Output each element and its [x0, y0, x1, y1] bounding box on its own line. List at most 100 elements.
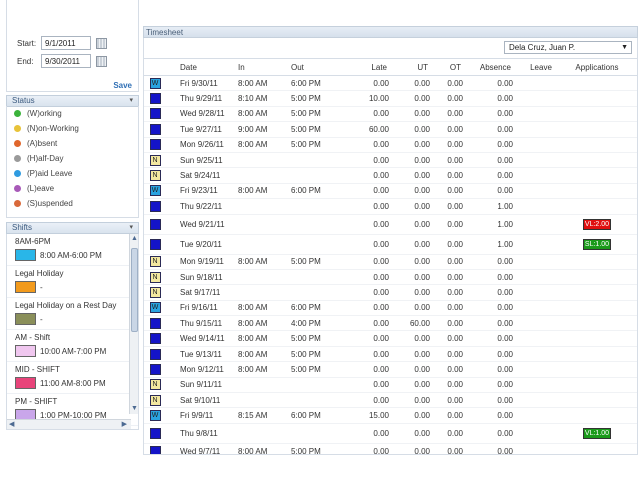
shift-item[interactable]: MID - SHIFT 11:00 AM-8:00 PM	[7, 362, 138, 394]
table-row[interactable]: Mon 9/26/11 8:00 AM 5:00 PM 0.00 0.00 0.00 0.0…	[144, 138, 637, 153]
horizontal-scrollbar[interactable]: ◀ ▶	[7, 419, 131, 429]
table-row[interactable]: Thu 9/15/11 8:00 AM 4:00 PM 0.00 60.00 0.00 0.…	[144, 316, 637, 332]
day-code-badge[interactable]: N	[149, 154, 161, 166]
shifts-panel-header[interactable]: Shifts ▾	[6, 222, 139, 234]
day-code-badge[interactable]	[149, 317, 161, 329]
cell-late: 0.00	[373, 334, 389, 344]
day-code-badge[interactable]: N	[149, 271, 161, 283]
vertical-scrollbar[interactable]: ▲ ▼	[129, 234, 138, 414]
col-leave[interactable]: Leave	[513, 63, 561, 72]
table-row[interactable]: Wed 9/7/11 8:00 AM 5:00 PM 0.00 0.00 0.00 0.00	[144, 444, 637, 455]
day-code-cell: W	[144, 302, 166, 314]
table-row[interactable]: N Sun 9/11/11 0.00 0.00 0.00 0.00	[144, 378, 637, 394]
shift-item[interactable]: Legal Holiday on a Rest Day -	[7, 298, 138, 330]
scroll-down-icon[interactable]: ▼	[131, 404, 138, 414]
table-row[interactable]: Thu 9/8/11 0.00 0.00 0.00 0.00 VL:1.00	[144, 424, 637, 444]
cell-absence: 0.00	[497, 334, 513, 344]
col-out[interactable]: Out	[291, 63, 341, 72]
table-row[interactable]: W Fri 9/23/11 8:00 AM 6:00 PM 0.00 0.00 0.00 0.…	[144, 184, 637, 200]
application-badge[interactable]: VL:1.00	[583, 427, 611, 439]
day-code-badge[interactable]	[149, 139, 161, 151]
day-code-badge[interactable]: N	[149, 379, 161, 391]
day-code-badge[interactable]	[149, 200, 161, 212]
day-code-badge[interactable]	[149, 363, 161, 375]
calendar-icon[interactable]	[96, 55, 107, 67]
day-code-badge[interactable]: N	[149, 170, 161, 182]
start-date-input[interactable]: 9/1/2011	[41, 36, 91, 50]
table-row[interactable]: N Mon 9/19/11 8:00 AM 5:00 PM 0.00 0.00 0.00 0.…	[144, 255, 637, 270]
cell-date: Mon 9/12/11	[180, 364, 224, 374]
table-row[interactable]: Wed 9/21/11 0.00 0.00 0.00 1.00 VL:2.00	[144, 215, 637, 235]
day-code-badge[interactable]	[149, 427, 161, 439]
col-ot[interactable]: OT	[430, 63, 463, 72]
cell-late: 0.00	[373, 78, 389, 88]
day-code-badge[interactable]: N	[149, 394, 161, 406]
day-code-badge[interactable]	[149, 123, 161, 135]
cell-out: 5:00 PM	[291, 140, 321, 150]
shift-item[interactable]: Legal Holiday -	[7, 266, 138, 298]
grid-body: W Fri 9/30/11 8:00 AM 6:00 PM 0.00 0.00 0.00 0.…	[144, 76, 637, 455]
shift-item[interactable]: 8AM-6PM 8:00 AM-6:00 PM	[7, 234, 138, 266]
table-row[interactable]: Tue 9/27/11 9:00 AM 5:00 PM 60.00 0.00 0.00 0.…	[144, 122, 637, 138]
col-in[interactable]: In	[228, 63, 291, 72]
table-row[interactable]: Mon 9/12/11 8:00 AM 5:00 PM 0.00 0.00 0.00 0.0…	[144, 362, 637, 378]
col-date[interactable]: Date	[166, 63, 228, 72]
day-code-badge[interactable]	[149, 333, 161, 345]
table-row[interactable]: N Sat 9/24/11 0.00 0.00 0.00 0.00	[144, 168, 637, 184]
day-code-cell	[144, 317, 166, 329]
table-row[interactable]: N Sun 9/18/11 0.00 0.00 0.00 0.00	[144, 270, 637, 286]
application-badge[interactable]: VL:2.00	[583, 218, 611, 230]
day-code-badge[interactable]: W	[149, 302, 161, 314]
chevron-down-icon[interactable]: ▾	[129, 96, 133, 106]
cell-out: 5:00 PM	[291, 364, 321, 374]
day-code-badge[interactable]	[149, 348, 161, 360]
shift-time: -	[40, 314, 43, 324]
chevron-down-icon[interactable]: ▼	[621, 42, 628, 53]
calendar-icon[interactable]	[96, 37, 107, 49]
table-row[interactable]: Thu 9/29/11 8:10 AM 5:00 PM 10.00 0.00 0.00 0.…	[144, 91, 637, 107]
table-row[interactable]: Thu 9/22/11 0.00 0.00 0.00 1.00	[144, 199, 637, 215]
chevron-down-icon[interactable]: ▾	[129, 223, 133, 233]
table-row[interactable]: Wed 9/28/11 8:00 AM 5:00 PM 0.00 0.00 0.00 0.0…	[144, 107, 637, 123]
day-code-badge[interactable]: N	[149, 286, 161, 298]
table-row[interactable]: W Fri 9/9/11 8:15 AM 6:00 PM 15.00 0.00 0.00 0.…	[144, 408, 637, 424]
table-row[interactable]: N Sat 9/10/11 0.00 0.00 0.00 0.00	[144, 393, 637, 409]
save-button[interactable]: Save	[113, 81, 132, 90]
col-applications[interactable]: Applications	[561, 63, 633, 72]
day-code-badge[interactable]	[149, 218, 161, 230]
shift-item[interactable]: AM - Shift 10:00 AM-7:00 PM	[7, 330, 138, 362]
table-row[interactable]: Wed 9/14/11 8:00 AM 5:00 PM 0.00 0.00 0.00 0.0…	[144, 331, 637, 347]
table-row[interactable]: Tue 9/13/11 8:00 AM 5:00 PM 0.00 0.00 0.00 0.0…	[144, 347, 637, 363]
cell-ut: 0.00	[414, 171, 430, 181]
day-code-cell	[144, 333, 166, 345]
col-late[interactable]: Late	[341, 63, 389, 72]
col-absence[interactable]: Absence	[463, 63, 513, 72]
scroll-left-icon[interactable]: ◀	[9, 420, 14, 429]
day-code-badge[interactable]	[149, 445, 161, 454]
day-code-badge[interactable]: N	[149, 256, 161, 268]
table-row[interactable]: Tue 9/20/11 0.00 0.00 0.00 1.00 SL:1.00	[144, 235, 637, 255]
table-row[interactable]: W Fri 9/30/11 8:00 AM 6:00 PM 0.00 0.00 0.00 0.…	[144, 76, 637, 92]
scroll-up-icon[interactable]: ▲	[131, 234, 138, 244]
table-row[interactable]: N Sat 9/17/11 0.00 0.00 0.00 0.00	[144, 285, 637, 301]
day-code-cell	[144, 200, 166, 212]
day-code-badge[interactable]	[149, 238, 161, 250]
cell-absence: 0.00	[497, 446, 513, 455]
application-badge[interactable]: SL:1.00	[583, 238, 611, 250]
cell-out: 5:00 PM	[291, 349, 321, 359]
day-code-badge[interactable]: W	[149, 185, 161, 197]
employee-select[interactable]: Dela Cruz, Juan P. ▼	[504, 41, 632, 54]
table-row[interactable]: W Fri 9/16/11 8:00 AM 6:00 PM 0.00 0.00 0.00 0.…	[144, 301, 637, 317]
day-code-badge[interactable]: W	[149, 410, 161, 422]
day-code-badge[interactable]	[149, 93, 161, 105]
cell-ot: 0.00	[447, 124, 463, 134]
day-code-badge[interactable]	[149, 108, 161, 120]
scroll-right-icon[interactable]: ▶	[122, 420, 127, 429]
table-row[interactable]: N Sun 9/25/11 0.00 0.00 0.00 0.00	[144, 153, 637, 169]
scroll-thumb[interactable]	[131, 248, 138, 332]
cell-ut: 0.00	[414, 78, 430, 88]
end-date-input[interactable]: 9/30/2011	[41, 54, 91, 68]
day-code-badge[interactable]: W	[149, 77, 161, 89]
shift-time: 10:00 AM-7:00 PM	[40, 346, 107, 356]
col-ut[interactable]: UT	[389, 63, 430, 72]
